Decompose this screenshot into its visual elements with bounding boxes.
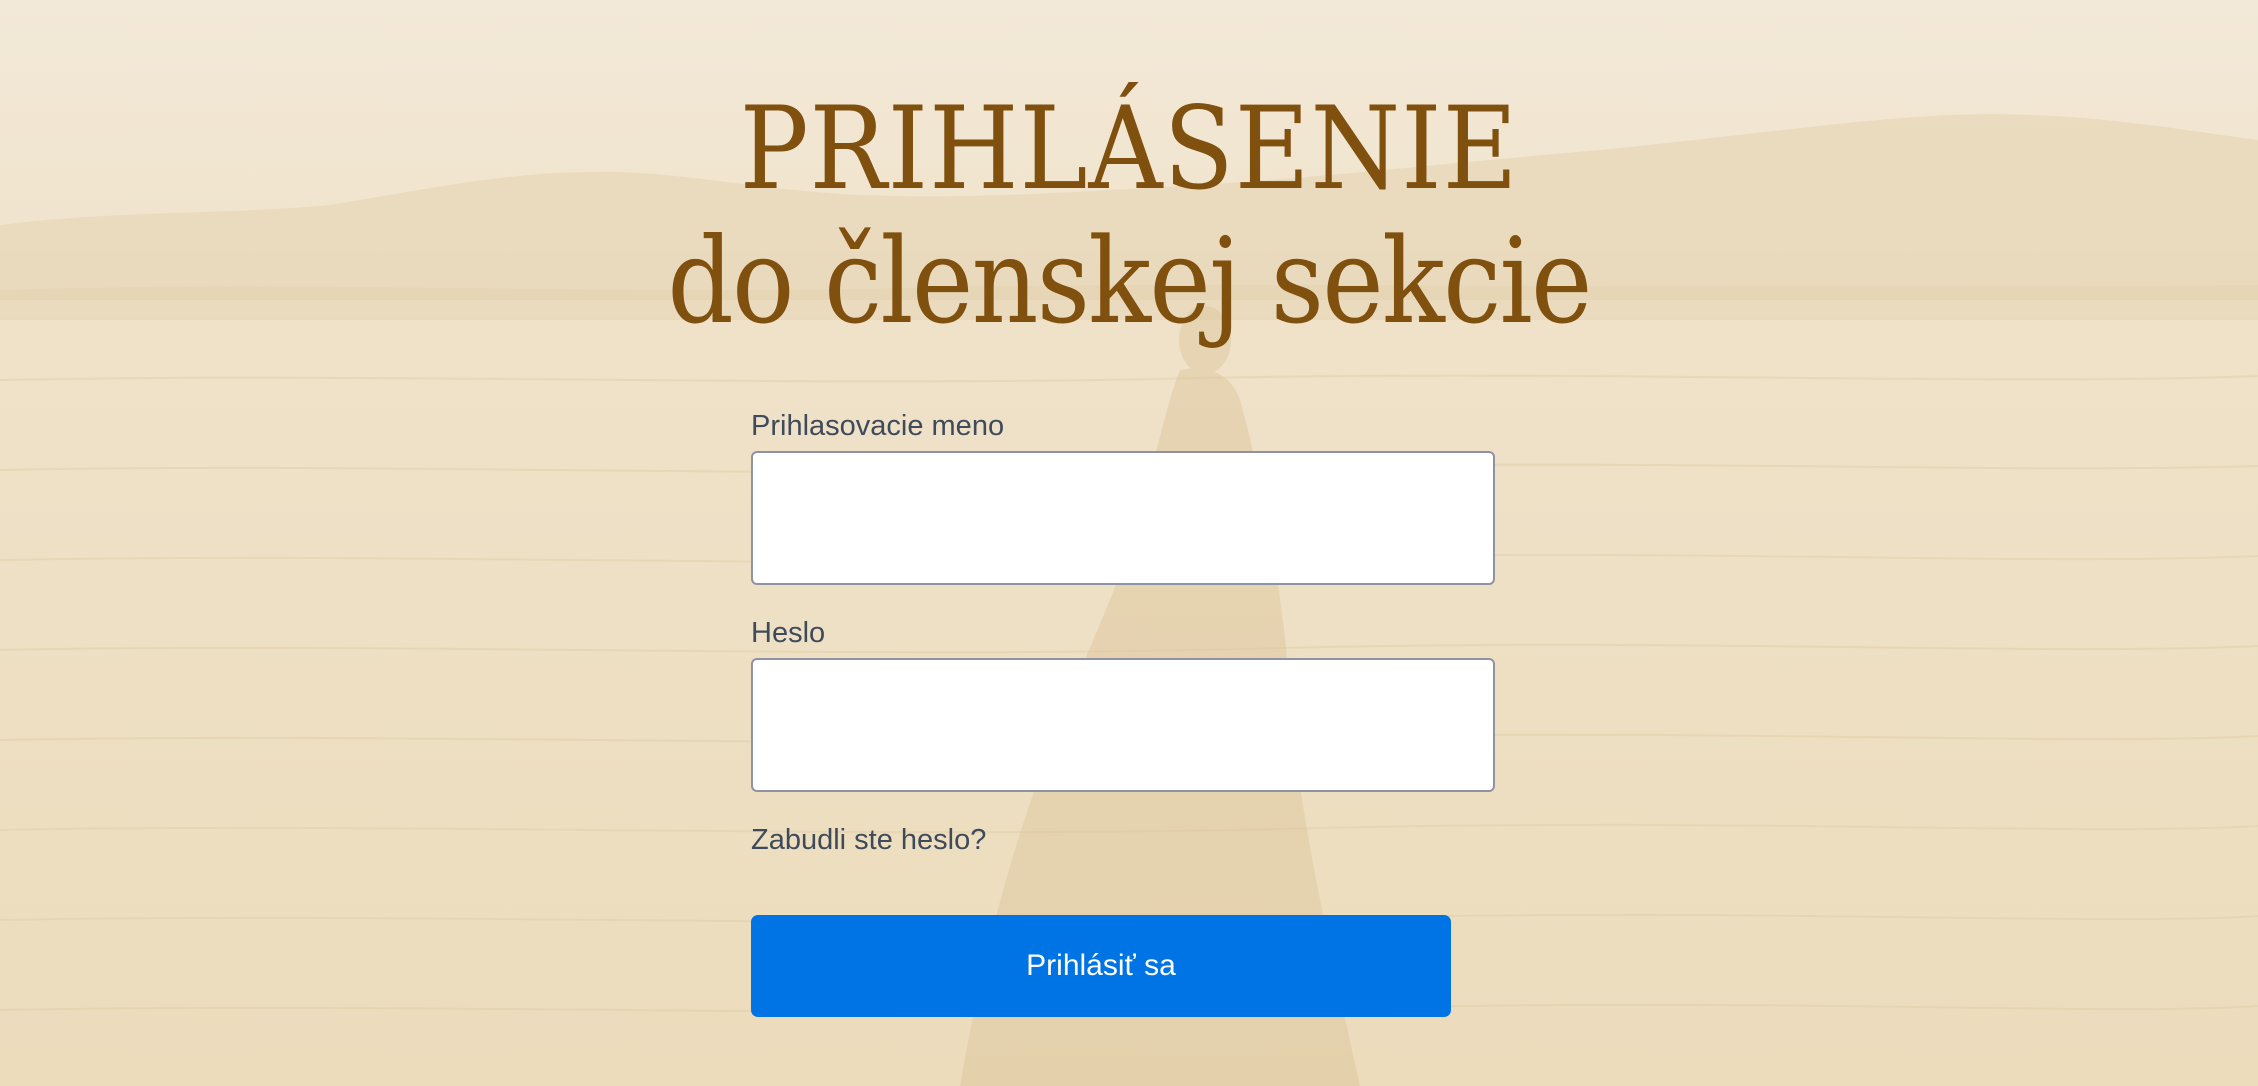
password-label: Heslo [751,617,826,649]
page-subtitle: do členskej sekcie [667,212,1592,350]
username-input[interactable] [751,451,1495,585]
page-title: PRIHLÁSENIE [739,82,1519,215]
login-button[interactable]: Prihlásiť sa [751,915,1451,1017]
forgot-password-link[interactable]: Zabudli ste heslo? [751,826,986,855]
password-input[interactable] [751,658,1495,792]
username-label: Prihlasovacie meno [751,410,1005,442]
